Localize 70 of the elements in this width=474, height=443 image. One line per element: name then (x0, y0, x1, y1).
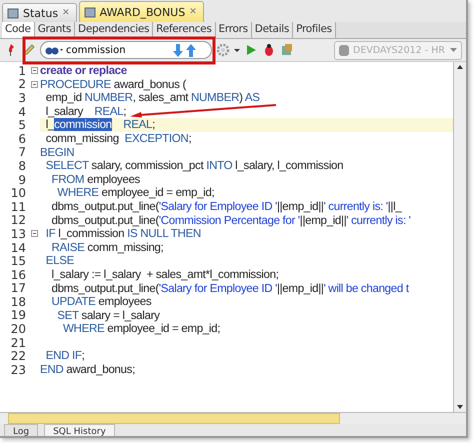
code-line: PROCEDURE award_bonus ( (40, 78, 186, 92)
vertical-scrollbar[interactable] (453, 62, 466, 412)
line-number: 21 (10, 336, 27, 350)
code-line: END award_bonus; (40, 363, 135, 377)
database-icon (339, 44, 349, 56)
line-number: 5 (17, 118, 27, 132)
line-number: 23 (10, 362, 27, 377)
close-button[interactable]: ✕ (189, 7, 197, 17)
caret-icon (450, 48, 457, 52)
line-number: 1 (17, 64, 27, 78)
code-line: l_salary REAL; (44, 104, 126, 118)
editor-tab[interactable]: Code (2, 22, 35, 38)
code-line: SELECT salary, commission_pct INTO l_salary, l_commission (44, 159, 344, 173)
editor-tab[interactable]: Dependencies (75, 22, 154, 38)
line-number: 18 (10, 294, 27, 309)
editor-tab[interactable]: References (153, 22, 216, 38)
code-line: emp_id NUMBER, sales_amt NUMBER) AS (44, 91, 260, 105)
code-line: l_salary := l_salary + sales_amt*l_commission; (50, 268, 279, 282)
panel-tab[interactable]: Log (4, 424, 38, 436)
editor-tab[interactable]: Details (252, 22, 294, 38)
line-number: 13 (10, 226, 27, 241)
code-line: comm_missing EXCEPTION; (44, 132, 192, 146)
line-number: 4 (17, 104, 27, 119)
code-line: UPDATE employees (50, 295, 152, 309)
line-number: 8 (17, 158, 27, 173)
code-line: WHERE employee_id = emp_id; (62, 322, 220, 336)
panel-tab[interactable]: SQL History (44, 424, 115, 436)
code-line: END IF; (44, 349, 85, 364)
file-icon (84, 6, 96, 18)
line-number: 12 (10, 213, 27, 228)
line-number: 15 (10, 254, 27, 268)
fold-icon[interactable] (30, 67, 38, 74)
line-number: 14 (10, 240, 27, 255)
code-line: ELSE (44, 254, 74, 268)
search-field[interactable]: commission (40, 41, 212, 59)
line-number: 19 (10, 308, 27, 322)
file-icon (7, 7, 19, 19)
code-line: FROM employees (50, 172, 140, 186)
bug-icon[interactable] (262, 43, 276, 57)
code-line: IF l_commission IS NULL THEN (44, 227, 201, 241)
fold-icon[interactable] (30, 80, 38, 88)
horizontal-scrollbar[interactable] (0, 412, 466, 424)
code-line: create or replace (40, 64, 127, 78)
fold-icon[interactable] (30, 230, 38, 238)
code-line: SET salary = l_salary (56, 308, 160, 322)
editor-tab[interactable]: Profiles (293, 22, 336, 38)
code-line: dbms_output.put_line('Salary for Employee ID '||emp_id||' currently is: '||l_ (50, 200, 402, 214)
line-number: 20 (10, 322, 27, 336)
code-line: RAISE comm_missing; (50, 240, 164, 254)
line-number: 7 (17, 145, 27, 160)
editor-tab[interactable]: Grants (34, 22, 76, 38)
line-number: 10 (10, 186, 27, 200)
line-number: 3 (17, 90, 27, 105)
close-button[interactable]: ✕ (62, 8, 70, 18)
line-number: 6 (17, 132, 27, 146)
line-number: 22 (10, 349, 27, 364)
line-number: 11 (10, 200, 27, 214)
arrow-up-icon[interactable] (186, 44, 196, 56)
code-line: WHERE employee_id = emp_id; (56, 186, 214, 200)
code-line: dbms_output.put_line('Salary for Employee ID '||emp_id||' will be changed t (50, 282, 409, 296)
document-tab[interactable]: Status ✕ (2, 3, 77, 22)
line-number: 17 (10, 281, 27, 296)
line-number: 16 (10, 268, 27, 282)
code-line: BEGIN (40, 146, 74, 160)
document-tab[interactable]: AWARD_BONUS ✕ (78, 1, 204, 22)
line-number: 2 (17, 77, 27, 92)
line-number: 9 (17, 172, 27, 187)
editor-tab[interactable]: Errors (216, 22, 252, 38)
code-line: dbms_output.put_line('Commission Percentage for '||emp_id||' currently is: ' (50, 214, 411, 228)
arrow-down-icon[interactable] (173, 44, 183, 56)
